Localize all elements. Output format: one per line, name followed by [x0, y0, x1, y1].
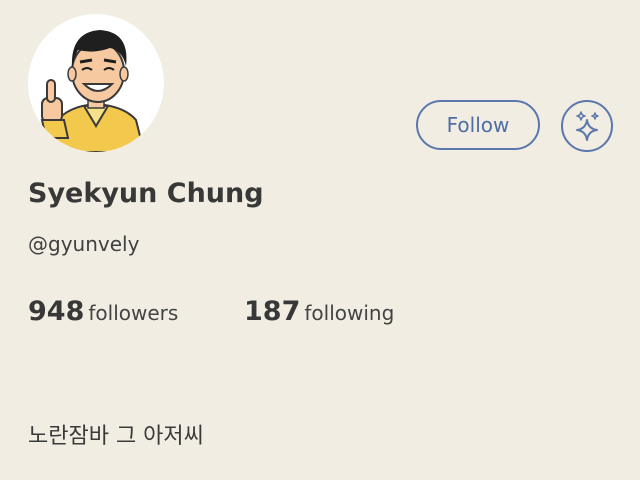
followers-label: followers: [88, 301, 179, 325]
sparkle-icon: [576, 111, 599, 141]
sparkle-button[interactable]: [561, 100, 613, 152]
display-name: Syekyun Chung: [28, 178, 264, 209]
following-count: 187: [244, 296, 301, 327]
following-label: following: [304, 301, 395, 325]
follow-button[interactable]: Follow: [416, 100, 540, 150]
followers-stat[interactable]: 948 followers: [28, 296, 178, 327]
following-stat[interactable]: 187 following: [244, 296, 394, 327]
avatar-illustration: [40, 30, 146, 152]
avatar[interactable]: [28, 14, 164, 152]
profile-bio: 노란잠바 그 아저씨: [28, 424, 204, 449]
followers-count: 948: [28, 296, 85, 327]
username-handle[interactable]: @gyunvely: [28, 232, 139, 256]
